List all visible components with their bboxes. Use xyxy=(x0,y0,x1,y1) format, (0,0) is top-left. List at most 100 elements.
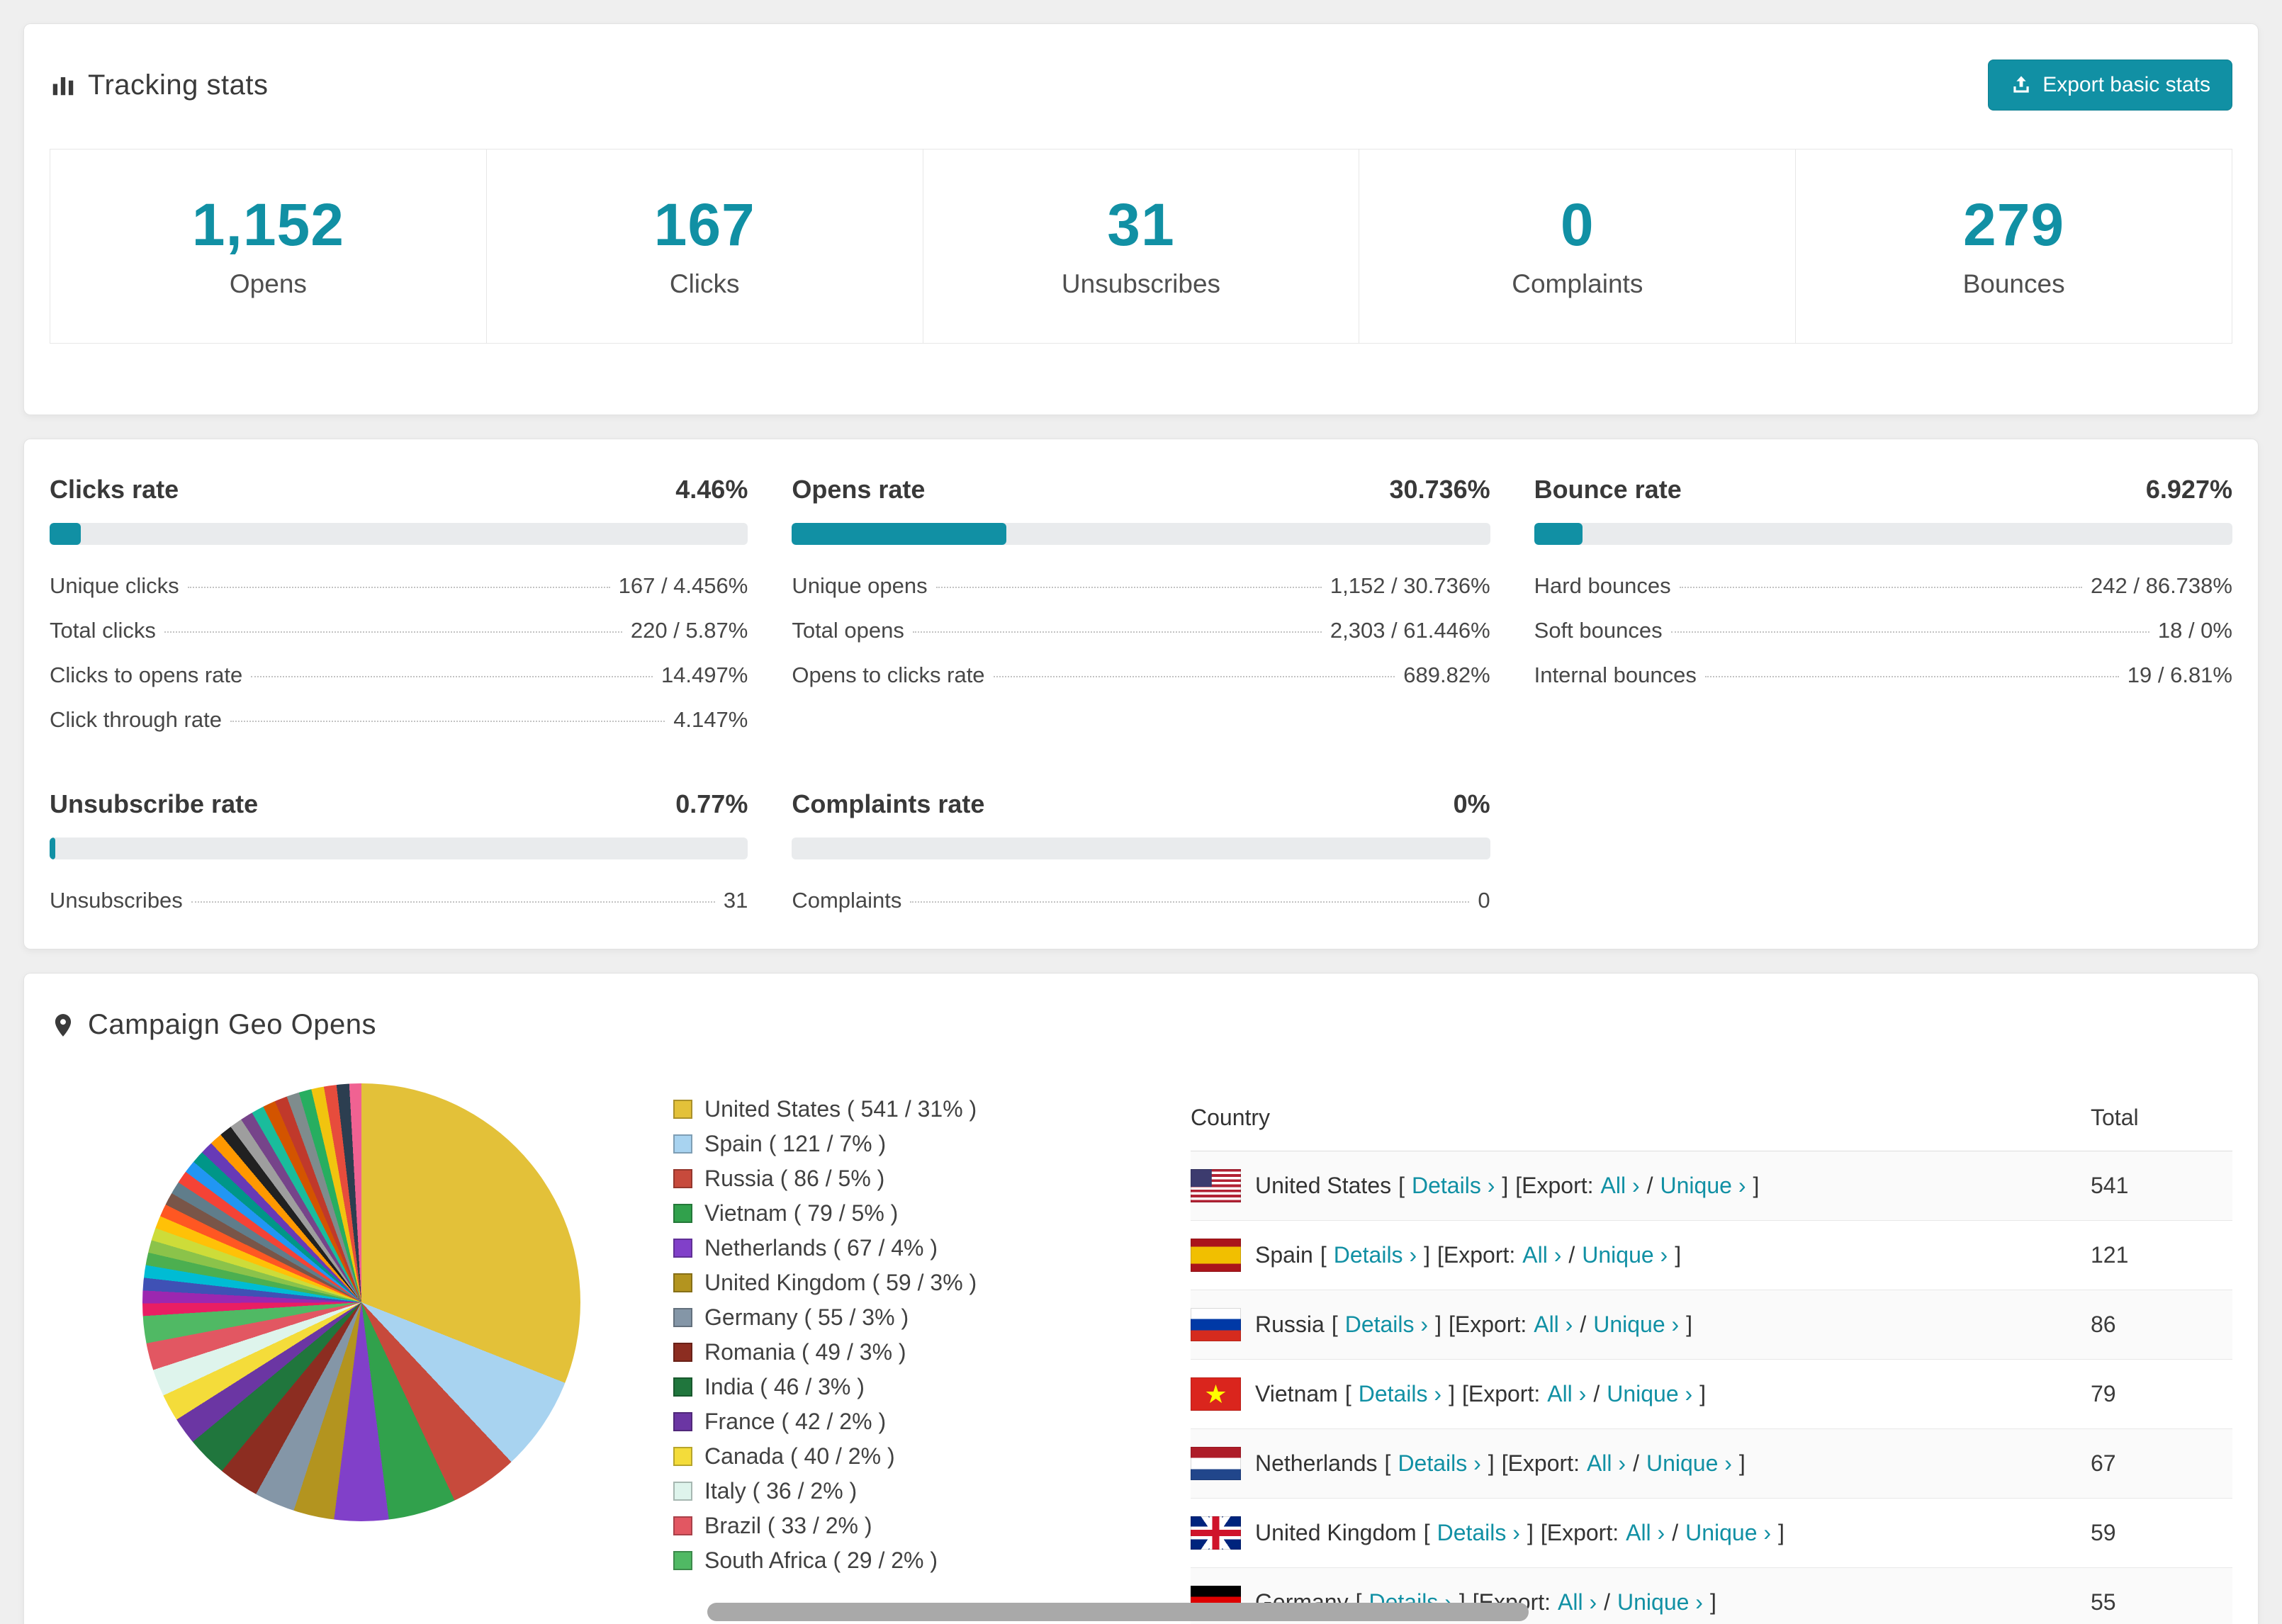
legend-label: Russia ( 86 / 5% ) xyxy=(704,1166,885,1191)
rate-detail-value: 167 / 4.456% xyxy=(618,573,748,598)
legend-label: Canada ( 40 / 2% ) xyxy=(704,1443,895,1469)
separator: / xyxy=(1593,1381,1600,1406)
export-basic-stats-button[interactable]: Export basic stats xyxy=(1988,60,2232,111)
bracket: [ xyxy=(1384,1450,1391,1476)
legend-label: France ( 42 / 2% ) xyxy=(704,1409,887,1434)
bracket: ] xyxy=(1709,1589,1716,1615)
export-button-label: Export basic stats xyxy=(2042,73,2210,96)
legend-item: Spain ( 121 / 7% ) xyxy=(673,1131,1191,1157)
export-all-link[interactable]: All › xyxy=(1626,1520,1665,1546)
export-unique-link[interactable]: Unique › xyxy=(1685,1520,1771,1546)
legend-label: Vietnam ( 79 / 5% ) xyxy=(704,1200,899,1226)
country-flag-icon xyxy=(1191,1447,1241,1480)
bounce-rate-block: Bounce rate 6.927% Hard bounces 242 / 86… xyxy=(1534,475,2232,733)
export-unique-link[interactable]: Unique › xyxy=(1660,1173,1746,1199)
table-row: Netherlands [ Details › ] [Export: All ›… xyxy=(1191,1429,2232,1499)
bracket: ] xyxy=(1488,1450,1495,1476)
legend-item: United States ( 541 / 31% ) xyxy=(673,1096,1191,1122)
stat-box: 1,152 Opens xyxy=(50,150,486,343)
rate-detail-label: Clicks to opens rate xyxy=(50,662,243,687)
legend-item: India ( 46 / 3% ) xyxy=(673,1374,1191,1400)
map-pin-icon xyxy=(50,1012,77,1039)
rates-card: Clicks rate 4.46% Unique clicks 167 / 4.… xyxy=(23,439,2259,949)
export-unique-link[interactable]: Unique › xyxy=(1607,1381,1692,1407)
details-link[interactable]: Details › xyxy=(1398,1450,1480,1477)
total-column-header: Total xyxy=(2091,1105,2139,1130)
export-label: [Export: xyxy=(1461,1381,1541,1406)
details-link[interactable]: Details › xyxy=(1437,1520,1520,1546)
legend-item: Romania ( 49 / 3% ) xyxy=(673,1339,1191,1365)
progress-fill xyxy=(50,523,81,545)
export-unique-link[interactable]: Unique › xyxy=(1617,1589,1703,1615)
stat-box: 167 Clicks xyxy=(485,150,923,343)
stat-label: Complaints xyxy=(1512,269,1643,298)
opens-rate-title: Opens rate xyxy=(792,475,926,504)
rate-detail-value: 1,152 / 30.736% xyxy=(1330,573,1490,598)
details-link[interactable]: Details › xyxy=(1345,1312,1428,1338)
legend-label: Spain ( 121 / 7% ) xyxy=(704,1131,887,1156)
rate-detail-row: Unsubscribes 31 xyxy=(50,888,748,913)
stat-value: 1,152 xyxy=(191,191,344,258)
clicks-rate-block: Clicks rate 4.46% Unique clicks 167 / 4.… xyxy=(50,475,748,733)
legend-item: Italy ( 36 / 2% ) xyxy=(673,1478,1191,1504)
separator: / xyxy=(1568,1242,1575,1268)
export-label: [Export: xyxy=(1515,1173,1594,1198)
legend-item: Germany ( 55 / 3% ) xyxy=(673,1304,1191,1331)
country-total: 55 xyxy=(2091,1589,2116,1615)
table-row: Vietnam [ Details › ] [Export: All › / U… xyxy=(1191,1360,2232,1429)
dotted-leader xyxy=(1670,631,2149,633)
stat-label: Clicks xyxy=(669,269,740,298)
rate-detail-row: Hard bounces 242 / 86.738% xyxy=(1534,573,2232,599)
separator: / xyxy=(1672,1520,1679,1545)
country-total: 541 xyxy=(2091,1173,2129,1198)
rate-detail-value: 4.147% xyxy=(673,707,748,732)
country-total: 79 xyxy=(2091,1381,2116,1406)
complaints-rate-title: Complaints rate xyxy=(792,789,985,818)
legend-label: United States ( 541 / 31% ) xyxy=(704,1096,977,1122)
table-row: Russia [ Details › ] [Export: All › / Un… xyxy=(1191,1290,2232,1360)
rate-detail-value: 18 / 0% xyxy=(2157,618,2232,643)
legend-item: South Africa ( 29 / 2% ) xyxy=(673,1547,1191,1574)
legend-label: India ( 46 / 3% ) xyxy=(704,1374,865,1399)
horizontal-scrollbar-thumb[interactable] xyxy=(707,1603,1529,1621)
page-title: Tracking stats xyxy=(88,69,269,101)
dotted-leader xyxy=(1679,587,2083,588)
legend-label: Germany ( 55 / 3% ) xyxy=(704,1304,909,1330)
table-row: Spain [ Details › ] [Export: All › / Uni… xyxy=(1191,1221,2232,1290)
rate-detail-value: 14.497% xyxy=(661,662,748,687)
export-all-link[interactable]: All › xyxy=(1522,1242,1561,1268)
legend-swatch-icon xyxy=(673,1308,692,1327)
export-unique-link[interactable]: Unique › xyxy=(1582,1242,1668,1268)
export-all-link[interactable]: All › xyxy=(1558,1589,1597,1615)
rate-detail-label: Total clicks xyxy=(50,618,156,643)
country-name: Vietnam xyxy=(1255,1381,1338,1406)
progress-fill xyxy=(50,838,55,859)
details-link[interactable]: Details › xyxy=(1359,1381,1441,1407)
stat-box: 279 Bounces xyxy=(1795,150,2232,343)
country-flag-icon xyxy=(1191,1308,1241,1341)
export-all-link[interactable]: All › xyxy=(1587,1450,1626,1477)
unsubscribe-rate-progress-bar xyxy=(50,838,748,859)
rate-detail-row: Click through rate 4.147% xyxy=(50,707,748,733)
details-link[interactable]: Details › xyxy=(1412,1173,1495,1199)
export-unique-link[interactable]: Unique › xyxy=(1646,1450,1732,1477)
bounce-rate-progress-bar xyxy=(1534,523,2232,545)
legend-item: Netherlands ( 67 / 4% ) xyxy=(673,1235,1191,1261)
export-all-link[interactable]: All › xyxy=(1601,1173,1640,1199)
legend-swatch-icon xyxy=(673,1377,692,1397)
export-all-link[interactable]: All › xyxy=(1547,1381,1586,1407)
export-unique-link[interactable]: Unique › xyxy=(1593,1312,1679,1338)
export-label: [Export: xyxy=(1448,1312,1527,1337)
export-all-link[interactable]: All › xyxy=(1534,1312,1573,1338)
details-link[interactable]: Details › xyxy=(1334,1242,1417,1268)
stat-label: Opens xyxy=(229,269,307,298)
rate-detail-value: 0 xyxy=(1478,888,1490,913)
legend-item: Vietnam ( 79 / 5% ) xyxy=(673,1200,1191,1227)
unsubscribe-rate-title: Unsubscribe rate xyxy=(50,789,259,818)
tracking-stats-card: Tracking stats Export basic stats 1,152 … xyxy=(23,23,2259,415)
country-column-header: Country xyxy=(1191,1105,1271,1130)
legend-swatch-icon xyxy=(673,1343,692,1362)
rate-detail-label: Total opens xyxy=(792,618,904,643)
rate-detail-label: Internal bounces xyxy=(1534,662,1697,687)
unsubscribe-rate-block: Unsubscribe rate 0.77% Unsubscribes 31 xyxy=(50,789,748,913)
